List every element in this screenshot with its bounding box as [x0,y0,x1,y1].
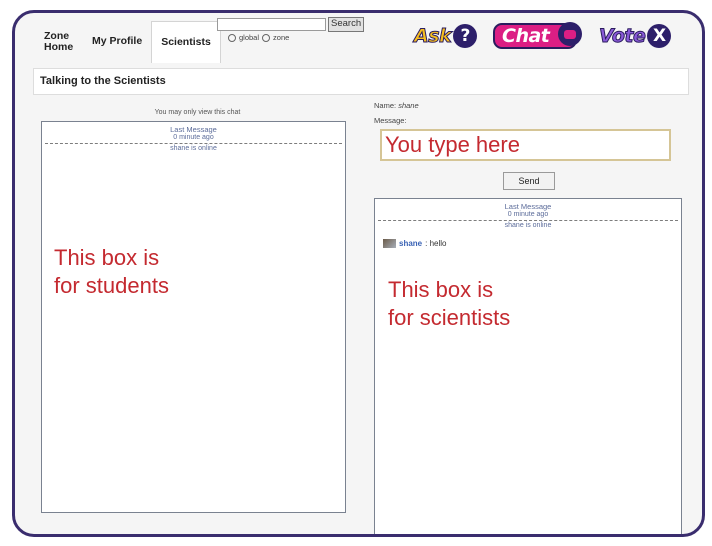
scope-zone-radio[interactable] [262,33,271,42]
last-message-header: Last Message 0 minute ago [375,199,681,219]
page-title: Talking to the Scientists [33,68,689,95]
tab-my-profile[interactable]: My Profile [83,21,151,63]
message-user[interactable]: shane [399,239,422,248]
message-label: Message: [374,116,407,125]
view-only-note: You may only view this chat [154,109,241,116]
scientists-annotation: This box is for scientists [388,276,510,331]
question-icon: ? [453,24,478,48]
last-message-time: 0 minute ago [507,211,549,218]
search-scope: global zone [228,33,289,42]
last-message-header: Last Message 0 minute ago [42,122,345,142]
tab-zone-home[interactable]: Zone Home [35,21,83,63]
scope-global-radio[interactable] [228,33,236,42]
name-label: Name: [374,101,397,110]
scope-global-label: global [239,33,260,42]
scope-zone-label: zone [273,33,290,42]
close-x-icon: X [647,24,672,48]
tab-scientists[interactable]: Scientists [151,21,221,63]
send-button[interactable]: Send [503,172,555,190]
last-message-label: Last Message [504,202,552,211]
top-nav: Zone Home My Profile Scientists [35,21,221,63]
students-chat-box[interactable]: Last Message 0 minute ago shane is onlin… [41,121,346,513]
scientists-chat-box[interactable]: Last Message 0 minute ago shane is onlin… [374,198,682,534]
avatar [383,239,396,248]
name-row: Name: shane [374,101,419,110]
last-message-label: Last Message [170,125,217,134]
message-text: : hello [425,239,447,248]
name-value: shane [398,101,419,110]
annotation-line: for students [54,272,169,298]
chat-label: Chat [502,25,550,47]
chat-bubble-icon [558,22,583,46]
ask-button[interactable]: Ask ? [413,22,478,50]
online-status: shane is online [170,145,217,152]
students-annotation: This box is for students [54,244,169,299]
vote-button[interactable]: Vote X [598,22,672,50]
annotation-line: This box is [388,277,494,302]
chat-button[interactable]: Chat [493,22,583,50]
online-status: shane is online [504,222,552,229]
chat-message: shane : hello [383,239,446,248]
vote-label: Vote [598,25,646,48]
last-message-time: 0 minute ago [173,134,214,141]
search-input[interactable] [217,18,326,31]
annotation-line: for scientists [388,304,511,330]
message-input[interactable]: You type here [380,129,671,161]
app-frame: Zone Home My Profile Scientists Search g… [12,10,705,537]
annotation-line: This box is [54,245,160,270]
search-button[interactable]: Search [328,17,365,32]
ask-label: Ask [413,25,452,48]
